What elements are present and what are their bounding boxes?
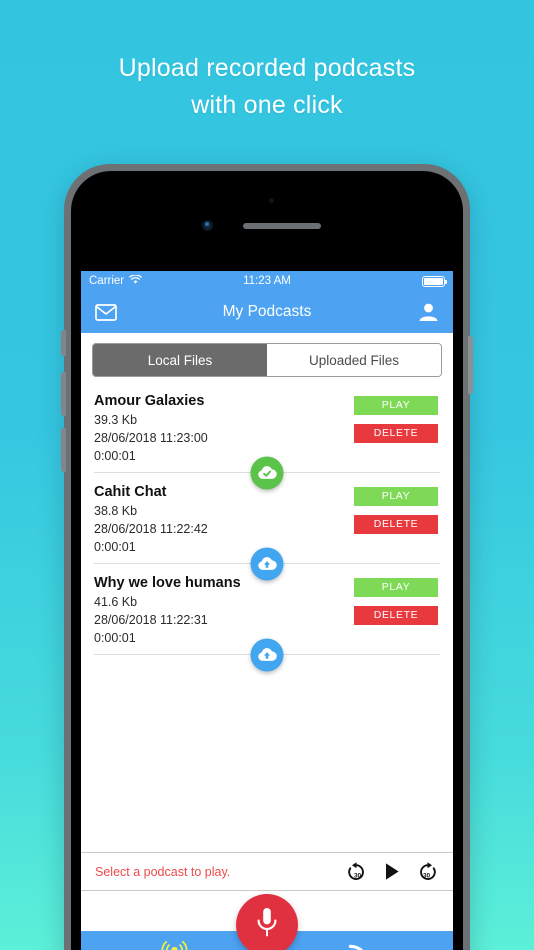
rss-icon bbox=[347, 940, 374, 950]
segmented-control-wrapper: Local Files Uploaded Files bbox=[81, 333, 453, 386]
svg-text:30: 30 bbox=[354, 872, 362, 879]
delete-button[interactable]: DELETE bbox=[354, 424, 438, 443]
phone-volume-up-button bbox=[61, 372, 66, 416]
row-divider bbox=[94, 638, 440, 671]
podcast-title: Cahit Chat bbox=[94, 484, 167, 500]
delete-button[interactable]: DELETE bbox=[354, 515, 438, 534]
phone-bezel: Carrier 11:23 AM My Podcasts Local Files… bbox=[71, 171, 463, 950]
cloud-upload-icon[interactable] bbox=[250, 638, 284, 671]
phone-volume-down-button bbox=[61, 428, 66, 472]
podcast-date: 28/06/2018 11:22:42 bbox=[94, 522, 208, 536]
podcast-size: 39.3 Kb bbox=[94, 413, 138, 427]
rewind-30-icon[interactable]: 30 bbox=[345, 861, 367, 883]
forward-30-icon[interactable]: 30 bbox=[417, 861, 439, 883]
podcast-title: Amour Galaxies bbox=[94, 393, 205, 409]
podcast-size: 41.6 Kb bbox=[94, 595, 138, 609]
podcast-size: 38.8 Kb bbox=[94, 504, 138, 518]
table-row[interactable]: Cahit Chat 38.8 Kb 28/06/2018 11:22:42 0… bbox=[81, 477, 453, 580]
podcast-row-content: Amour Galaxies 39.3 Kb 28/06/2018 11:23:… bbox=[94, 391, 440, 465]
status-bar-right bbox=[422, 275, 448, 287]
svg-text:30: 30 bbox=[423, 872, 431, 879]
podcast-actions: PLAY DELETE bbox=[354, 573, 440, 647]
podcast-title: Why we love humans bbox=[94, 575, 241, 591]
tab-uploaded-files[interactable]: Uploaded Files bbox=[267, 344, 441, 376]
phone-screen: Carrier 11:23 AM My Podcasts Local Files… bbox=[81, 271, 453, 950]
podcast-row-content: Cahit Chat 38.8 Kb 28/06/2018 11:22:42 0… bbox=[94, 482, 440, 556]
proximity-sensor-icon bbox=[269, 198, 274, 203]
status-bar-clock: 11:23 AM bbox=[243, 275, 291, 287]
segmented-control[interactable]: Local Files Uploaded Files bbox=[92, 343, 442, 377]
play-button[interactable]: PLAY bbox=[354, 396, 438, 415]
promo-headline: Upload recorded podcasts with one click bbox=[0, 50, 534, 124]
navigation-bar: My Podcasts bbox=[81, 291, 453, 333]
promo-line-1: Upload recorded podcasts bbox=[118, 54, 416, 82]
status-bar: Carrier 11:23 AM bbox=[81, 271, 453, 291]
podcast-actions: PLAY DELETE bbox=[354, 482, 440, 556]
mail-icon[interactable] bbox=[95, 303, 117, 321]
play-icon[interactable] bbox=[384, 862, 400, 881]
earpiece-speaker-icon bbox=[243, 223, 321, 229]
table-row[interactable]: Amour Galaxies 39.3 Kb 28/06/2018 11:23:… bbox=[81, 386, 453, 489]
player-status-message: Select a podcast to play. bbox=[95, 864, 231, 879]
row-divider bbox=[94, 547, 440, 580]
podcast-meta: Cahit Chat 38.8 Kb 28/06/2018 11:22:42 0… bbox=[94, 482, 354, 556]
phone-silent-switch bbox=[61, 330, 66, 356]
tab-local-files[interactable]: Local Files bbox=[93, 344, 267, 376]
phone-mockup: Carrier 11:23 AM My Podcasts Local Files… bbox=[61, 164, 473, 950]
row-divider bbox=[94, 456, 440, 489]
account-icon[interactable] bbox=[418, 302, 439, 322]
player-bar: Select a podcast to play. 30 30 bbox=[81, 852, 453, 891]
battery-icon bbox=[422, 275, 448, 287]
table-row[interactable]: Why we love humans 41.6 Kb 28/06/2018 11… bbox=[81, 568, 453, 671]
podcast-date: 28/06/2018 11:23:00 bbox=[94, 431, 208, 445]
phone-power-button bbox=[468, 336, 473, 394]
player-controls: 30 30 bbox=[345, 861, 439, 883]
podcast-list: Amour Galaxies 39.3 Kb 28/06/2018 11:23:… bbox=[81, 386, 453, 671]
play-button[interactable]: PLAY bbox=[354, 578, 438, 597]
tab-publish[interactable]: Publish bbox=[267, 940, 453, 950]
podcast-duration: 0:00:01 bbox=[94, 631, 136, 645]
record-button[interactable] bbox=[236, 894, 298, 950]
podcast-icon bbox=[160, 940, 189, 950]
microphone-icon bbox=[254, 906, 280, 944]
podcast-duration: 0:00:01 bbox=[94, 540, 136, 554]
page-title: My Podcasts bbox=[222, 303, 312, 320]
promo-line-2: with one click bbox=[191, 91, 343, 119]
podcast-meta: Amour Galaxies 39.3 Kb 28/06/2018 11:23:… bbox=[94, 391, 354, 465]
podcast-row-content: Why we love humans 41.6 Kb 28/06/2018 11… bbox=[94, 573, 440, 647]
tab-my-podcasts[interactable]: My Podcasts bbox=[81, 940, 267, 950]
play-button[interactable]: PLAY bbox=[354, 487, 438, 506]
front-camera-icon bbox=[202, 220, 213, 231]
delete-button[interactable]: DELETE bbox=[354, 606, 438, 625]
podcast-duration: 0:00:01 bbox=[94, 449, 136, 463]
podcast-meta: Why we love humans 41.6 Kb 28/06/2018 11… bbox=[94, 573, 354, 647]
podcast-date: 28/06/2018 11:22:31 bbox=[94, 613, 208, 627]
podcast-actions: PLAY DELETE bbox=[354, 391, 440, 465]
